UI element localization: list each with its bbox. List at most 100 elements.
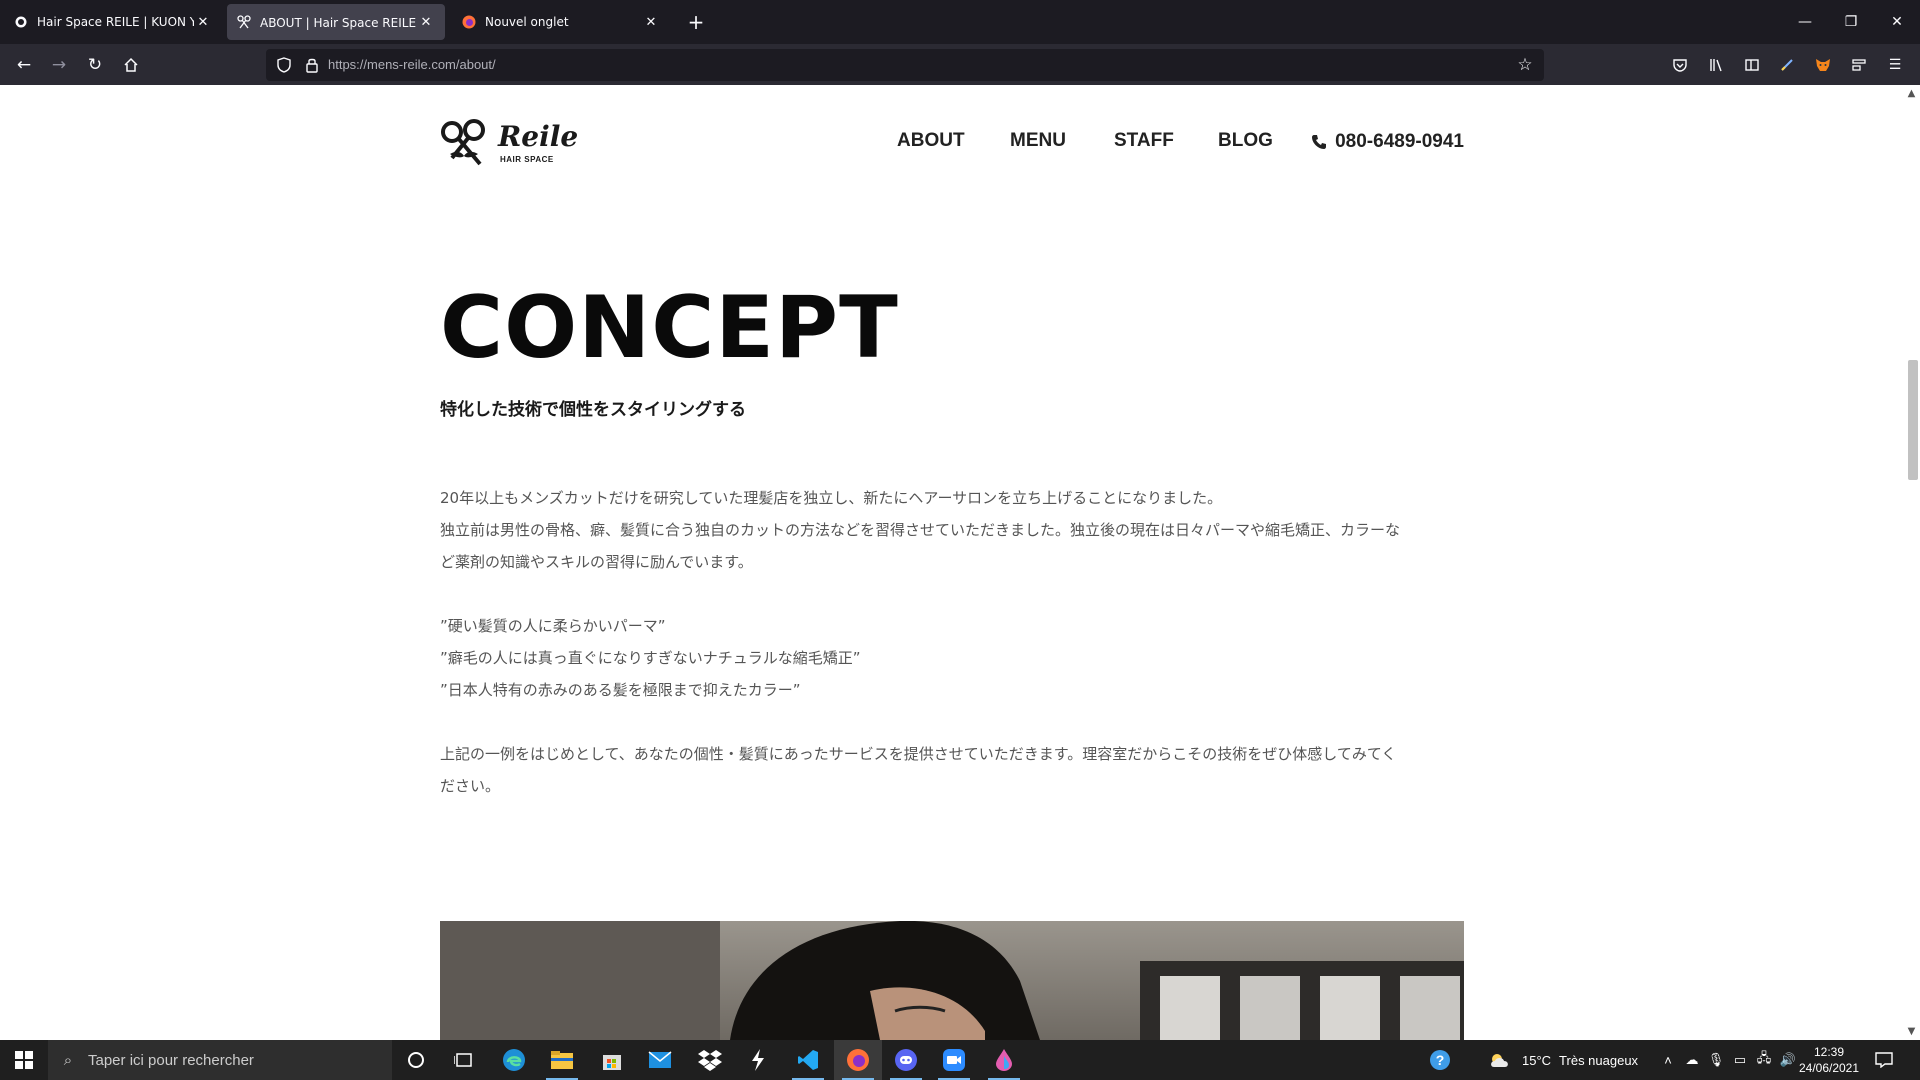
- page-scrollbar[interactable]: ▲ ▼: [1903, 85, 1920, 1040]
- lightning-app-icon[interactable]: [734, 1040, 782, 1080]
- extensions-panel-icon[interactable]: [1848, 54, 1870, 76]
- nav-staff[interactable]: STAFF: [1114, 130, 1174, 152]
- dropbox-icon[interactable]: [686, 1040, 734, 1080]
- microsoft-store-icon[interactable]: [588, 1040, 636, 1080]
- browser-navigation-bar: ← → ↻ https://mens-reile.com/about/ ☆ ☰: [0, 44, 1920, 85]
- nav-menu[interactable]: MENU: [1010, 130, 1066, 152]
- tracking-shield-icon[interactable]: [274, 55, 294, 75]
- home-icon[interactable]: [116, 50, 146, 80]
- phone-icon: [1312, 135, 1327, 149]
- scissors-favicon-icon: [237, 15, 251, 29]
- concept-heading: CONCEPT: [440, 278, 899, 378]
- notifications-icon[interactable]: [1864, 1040, 1904, 1080]
- back-arrow-icon[interactable]: ←: [9, 50, 39, 80]
- close-window-icon[interactable]: ✕: [1874, 0, 1920, 44]
- url-path: /about/: [455, 57, 496, 72]
- scissors-mustache-logo-icon: [441, 119, 485, 166]
- tab-new-tab[interactable]: Nouvel onglet ✕: [452, 4, 670, 40]
- concept-section: CONCEPT 特化した技術で個性をスタイリングする 20年以上もメンズカットだ…: [440, 285, 1464, 802]
- new-tab-plus-icon[interactable]: +: [684, 10, 708, 34]
- show-hidden-icons-chevron-icon[interactable]: ˄: [1656, 1053, 1680, 1068]
- concept-quote: ”癖毛の人には真っ直ぐになりすぎないナチュラルな縮毛矯正”: [440, 649, 861, 667]
- logo-subtext: HAIR SPACE: [500, 155, 554, 164]
- scroll-up-arrow-icon[interactable]: ▲: [1905, 87, 1918, 100]
- scrollbar-thumb[interactable]: [1908, 360, 1918, 480]
- tab-about[interactable]: ABOUT | Hair Space REILE - ヘア ✕: [227, 4, 445, 40]
- forward-arrow-icon[interactable]: →: [44, 50, 74, 80]
- vscode-icon[interactable]: [784, 1040, 832, 1080]
- weather-temp: 15°C: [1522, 1052, 1552, 1068]
- tab-title: Nouvel onglet: [485, 15, 569, 29]
- hamburger-menu-icon[interactable]: ☰: [1884, 54, 1906, 76]
- weather-description: Très nuageux: [1559, 1052, 1639, 1068]
- page-viewport: Reile HAIR SPACE ABOUT MENU STAFF BLOG 0…: [0, 85, 1920, 1040]
- discord-icon[interactable]: [882, 1040, 930, 1080]
- phone-link[interactable]: 080-6489-0941: [1311, 131, 1464, 153]
- sidebar-icon[interactable]: [1741, 54, 1763, 76]
- address-bar[interactable]: https://mens-reile.com/about/ ☆: [266, 49, 1544, 81]
- onedrive-cloud-icon[interactable]: ☁: [1680, 1052, 1704, 1068]
- task-view-icon[interactable]: [440, 1040, 488, 1080]
- tab-title: Hair Space REILE | KUON YAGI P: [37, 15, 194, 29]
- restore-window-icon[interactable]: ❐: [1828, 0, 1874, 44]
- scroll-down-arrow-icon[interactable]: ▼: [1905, 1025, 1918, 1038]
- clock-date: 24/06/2021: [1798, 1061, 1860, 1075]
- system-tray: ˄ ☁ 🎙 ▭ 🖧 🔊: [1656, 1040, 1800, 1080]
- concept-paragraph: ださい。: [440, 777, 501, 795]
- bookmark-star-icon[interactable]: ☆: [1514, 54, 1536, 76]
- help-icon[interactable]: ?: [1416, 1040, 1464, 1080]
- barber-photo: [440, 921, 1464, 1040]
- network-icon[interactable]: 🖧: [1752, 1049, 1776, 1071]
- battery-icon[interactable]: ▭: [1728, 1052, 1752, 1068]
- lock-icon[interactable]: [302, 55, 322, 75]
- drop-app-icon[interactable]: [980, 1040, 1028, 1080]
- site-header: Reile HAIR SPACE ABOUT MENU STAFF BLOG 0…: [440, 115, 1464, 171]
- taskbar-search-input[interactable]: ⌕ Taper ici pour rechercher: [48, 1040, 392, 1080]
- logo-wordmark: Reile: [498, 120, 579, 153]
- file-explorer-icon[interactable]: [538, 1040, 586, 1080]
- tab-title: ABOUT | Hair Space REILE - ヘア: [260, 15, 417, 30]
- concept-quote: ”日本人特有の赤みのある髪を極限まで抑えたカラー”: [440, 681, 801, 699]
- reload-icon[interactable]: ↻: [80, 50, 110, 80]
- microphone-icon[interactable]: 🎙: [1704, 1052, 1728, 1068]
- concept-quote: ”硬い髪質の人に柔らかいパーマ”: [440, 617, 666, 635]
- mail-icon[interactable]: [636, 1040, 684, 1080]
- close-tab-icon[interactable]: ✕: [417, 13, 435, 31]
- search-placeholder: Taper ici pour rechercher: [88, 1051, 254, 1069]
- taskbar-clock[interactable]: 12:39 24/06/2021: [1794, 1044, 1864, 1076]
- minimize-window-icon[interactable]: —: [1782, 0, 1828, 44]
- tab-hair-space-reile[interactable]: Hair Space REILE | KUON YAGI P ✕: [4, 4, 222, 40]
- firefox-favicon-icon: [462, 15, 476, 29]
- svg-text:?: ?: [1436, 1052, 1445, 1068]
- browser-tab-strip: Hair Space REILE | KUON YAGI P ✕ ABOUT |…: [0, 0, 1920, 44]
- search-icon: ⌕: [63, 1051, 73, 1069]
- url-text: https://mens-reile.com/about/: [328, 57, 496, 72]
- site-favicon-icon: [14, 15, 28, 29]
- library-icon[interactable]: [1705, 54, 1727, 76]
- edge-browser-icon[interactable]: [490, 1040, 538, 1080]
- concept-body: 20年以上もメンズカットだけを研究していた理髪店を独立し、新たにヘアーサロンを立…: [440, 482, 1464, 802]
- site-logo[interactable]: Reile HAIR SPACE: [440, 115, 578, 171]
- pen-extension-icon[interactable]: [1776, 54, 1798, 76]
- url-host: https://mens-reile.com: [328, 57, 456, 72]
- metamask-fox-icon[interactable]: [1812, 54, 1834, 76]
- pocket-icon[interactable]: [1669, 54, 1691, 76]
- nav-blog[interactable]: BLOG: [1218, 130, 1273, 152]
- cortana-icon[interactable]: [392, 1040, 440, 1080]
- windows-taskbar: ⌕ Taper ici pour rechercher ? 15°C Très …: [0, 1040, 1920, 1080]
- concept-paragraph: 20年以上もメンズカットだけを研究していた理髪店を独立し、新たにヘアーサロンを立…: [440, 489, 1223, 507]
- nav-about[interactable]: ABOUT: [897, 130, 965, 152]
- windows-start-icon[interactable]: [0, 1040, 48, 1080]
- clock-time: 12:39: [1813, 1045, 1845, 1059]
- close-tab-icon[interactable]: ✕: [194, 13, 212, 31]
- phone-number: 080-6489-0941: [1335, 131, 1464, 152]
- cloud-weather-icon: [1491, 1054, 1508, 1067]
- concept-subtitle: 特化した技術で個性をスタイリングする: [440, 400, 746, 420]
- concept-paragraph: 上記の一例をはじめとして、あなたの個性・髪質にあったサービスを提供させていただき…: [440, 745, 1397, 763]
- zoom-icon[interactable]: [930, 1040, 978, 1080]
- close-tab-icon[interactable]: ✕: [642, 13, 660, 31]
- concept-paragraph: ど薬剤の知識やスキルの習得に励んでいます。: [440, 553, 753, 571]
- firefox-taskbar-icon[interactable]: [834, 1040, 882, 1080]
- weather-widget[interactable]: 15°C Très nuageux: [1488, 1040, 1638, 1080]
- concept-paragraph: 独立前は男性の骨格、癖、髪質に合う独自のカットの方法などを習得させていただきまし…: [440, 521, 1401, 539]
